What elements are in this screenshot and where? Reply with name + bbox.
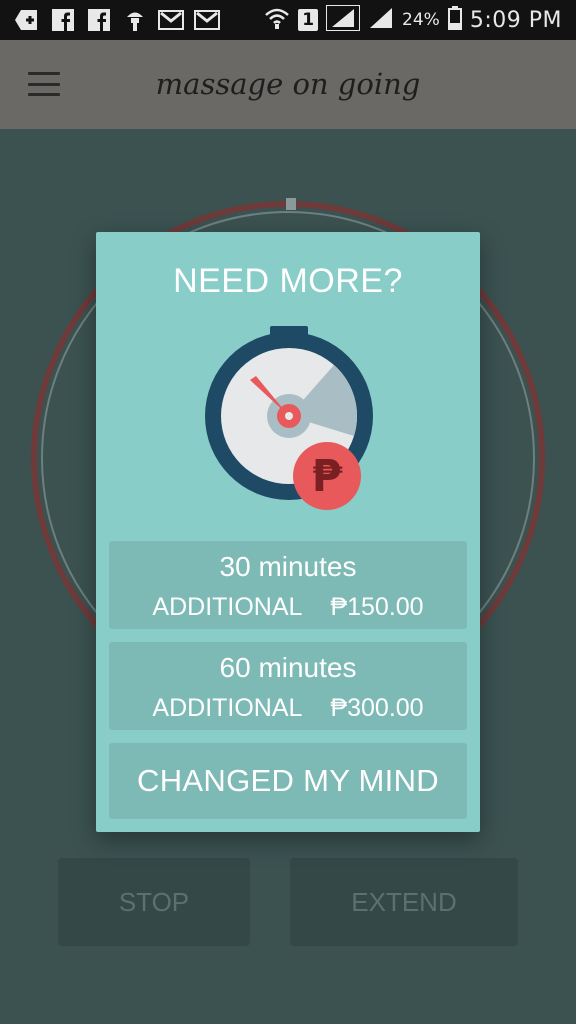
- stopwatch-peso-icon: ₱: [205, 326, 373, 510]
- option-minutes-label: 60 minutes: [219, 652, 357, 683]
- need-more-dialog: NEED MORE? ₱ 30 minutes ADDITIONAL ₱150.…: [96, 232, 480, 832]
- option-additional-label: ADDITIONAL: [152, 694, 303, 722]
- option-additional-label: ADDITIONAL: [152, 593, 303, 621]
- stop-button[interactable]: STOP: [58, 858, 250, 946]
- peso-symbol: ₱: [312, 451, 343, 502]
- option-price: ₱300.00: [330, 694, 424, 722]
- option-minutes-label: 30 minutes: [219, 551, 357, 582]
- changed-my-mind-button[interactable]: CHANGED MY MIND: [109, 743, 467, 819]
- ring-marker: [286, 198, 296, 210]
- dialog-title: NEED MORE?: [173, 262, 403, 300]
- extend-button[interactable]: EXTEND: [290, 858, 518, 946]
- option-60-minutes[interactable]: 60 minutes ADDITIONAL ₱300.00: [109, 642, 467, 730]
- option-price: ₱150.00: [330, 593, 424, 621]
- option-30-minutes[interactable]: 30 minutes ADDITIONAL ₱150.00: [109, 541, 467, 629]
